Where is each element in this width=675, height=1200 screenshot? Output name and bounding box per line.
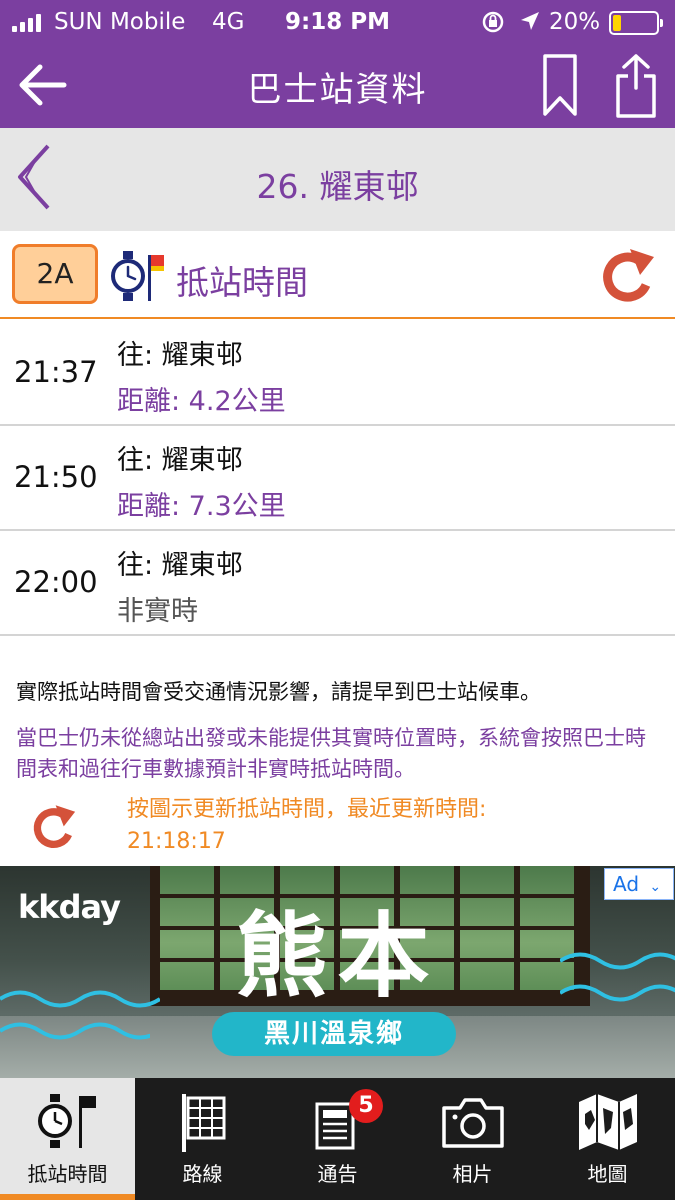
traffic-note: 實際抵站時間會受交通情況影響，請提早到巴士站候車。 (16, 680, 541, 704)
tab-route[interactable]: 路線 (135, 1078, 270, 1200)
ad-label: Ad (613, 872, 640, 896)
eta-time: 21:37 (14, 355, 98, 389)
tab-label: 抵站時間 (27, 1162, 108, 1186)
battery-percent: 20% (549, 9, 601, 35)
ad-subtitle: 黑川溫泉鄉 (212, 1012, 456, 1056)
ad-choices-badge[interactable]: Ad ⌄ (604, 868, 674, 900)
tab-label: 路線 (182, 1162, 223, 1186)
estimate-note: 當巴士仍未從總站出發或未能提供其實時位置時，系統會按照巴士時間表和過往行車數據預… (16, 726, 646, 781)
ad-wave-decoration (0, 1022, 150, 1040)
tab-notice[interactable]: 通告 (270, 1078, 405, 1200)
last-updated-note: 按圖示更新抵站時間，最近更新時間: 21:18:17 (127, 794, 647, 858)
eta-row: 21:37 往: 耀東邨 距離: 4.2公里 (0, 321, 675, 426)
battery-icon (609, 11, 663, 35)
ad-banner[interactable]: kkday 熊本 黑川溫泉鄉 Ad ⌄ (0, 866, 675, 1078)
last-updated-time: 21:18:17 (127, 829, 226, 854)
map-icon (579, 1094, 637, 1150)
route-icon (182, 1094, 226, 1152)
eta-destination: 往: 耀東邨 (117, 340, 243, 371)
eta-time: 22:00 (14, 565, 98, 599)
tab-map[interactable]: 地圖 (540, 1078, 675, 1200)
watch-flag-icon (111, 251, 164, 301)
tab-label: 地圖 (587, 1162, 628, 1186)
refresh-instruction: 按圖示更新抵站時間，最近更新時間: (127, 797, 487, 822)
bottom-tab-bar: 抵站時間 路線 通告 相片 地圖 (0, 1078, 675, 1200)
chevron-down-icon: ⌄ (649, 879, 662, 895)
eta-destination: 往: 耀東邨 (117, 550, 243, 581)
rotation-lock-icon (482, 11, 504, 33)
eta-row: 22:00 往: 耀東邨 非實時 (0, 531, 675, 636)
location-arrow-icon (521, 12, 539, 30)
refresh-hint-icon (33, 805, 76, 848)
stop-name: 26. 耀東邨 (256, 167, 419, 206)
tab-label: 相片 (452, 1162, 493, 1186)
eta-distance: 距離: 7.3公里 (117, 491, 286, 522)
route-number-badge[interactable]: 2A (12, 244, 98, 304)
refresh-button[interactable] (596, 245, 660, 309)
eta-non-realtime: 非實時 (117, 596, 198, 627)
route-row: 2A 抵站時間 (0, 231, 675, 319)
tab-label: 通告 (317, 1162, 358, 1186)
eta-time: 21:50 (14, 460, 98, 494)
bookmark-button[interactable] (540, 52, 580, 120)
eta-distance: 距離: 4.2公里 (117, 386, 286, 417)
status-bar: SUN Mobile 4G 9:18 PM 20% (0, 0, 675, 46)
eta-heading: 抵站時間 (176, 263, 308, 302)
eta-row: 21:50 往: 耀東邨 距離: 7.3公里 (0, 426, 675, 531)
tab-photos[interactable]: 相片 (405, 1078, 540, 1200)
tab-eta[interactable]: 抵站時間 (0, 1078, 135, 1200)
watch-flag-icon (38, 1094, 96, 1148)
camera-icon (442, 1098, 504, 1148)
share-button[interactable] (612, 52, 660, 120)
eta-destination: 往: 耀東邨 (117, 445, 243, 476)
notice-count-badge: 5 (349, 1089, 383, 1123)
top-bar: SUN Mobile 4G 9:18 PM 20% 巴士站資料 (0, 0, 675, 128)
ad-title: 熊本 (235, 903, 440, 1010)
